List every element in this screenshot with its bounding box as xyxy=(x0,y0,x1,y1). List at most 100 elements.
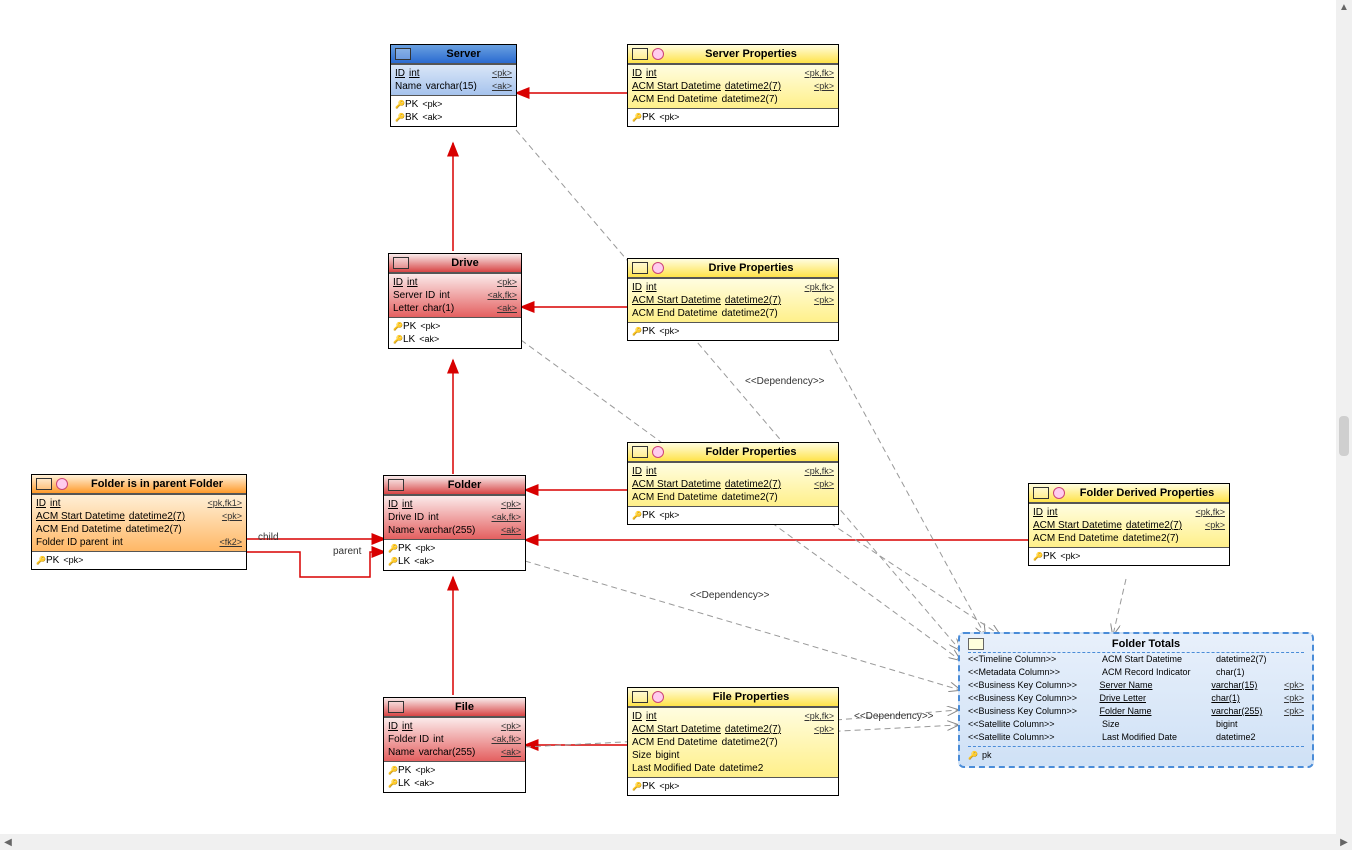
attr-name: Last Modified Date xyxy=(632,762,715,775)
attr-tag: <pk,fk> xyxy=(804,465,834,478)
attr-type: int xyxy=(112,536,123,549)
attr-type: datetime2(7) xyxy=(129,510,185,523)
attr-name: Size xyxy=(632,749,651,762)
stereotype: <<Satellite Column>> xyxy=(968,731,1098,744)
table-icon xyxy=(393,257,409,269)
attribute-row: IDint<pk,fk> xyxy=(1033,506,1225,519)
key-name: LK xyxy=(388,777,410,790)
attr-type: datetime2(7) xyxy=(722,307,778,320)
clock-icon xyxy=(652,48,664,60)
attr-name: ID xyxy=(1033,506,1043,519)
attr-type: int xyxy=(409,67,420,80)
parent-label: parent xyxy=(333,546,361,557)
attr-name: ID xyxy=(36,497,46,510)
view-title: Folder Totals xyxy=(988,638,1304,650)
entity-file-properties[interactable]: File Properties IDint<pk,fk>ACM Start Da… xyxy=(627,687,839,796)
horizontal-scrollbar[interactable]: ◀ ▶ xyxy=(0,834,1352,850)
key-tag: <pk> xyxy=(63,554,83,567)
attr-name: ID xyxy=(632,710,642,723)
attr-name: Folder ID parent xyxy=(36,536,108,549)
attr-tag: <pk> xyxy=(814,723,834,736)
key-name: PK xyxy=(632,111,655,124)
attr-name: Name xyxy=(388,524,415,537)
view-keys: 🔑 pk xyxy=(968,746,1304,762)
col-type: char(1) xyxy=(1211,692,1280,705)
key-row: PK<pk> xyxy=(1033,550,1225,563)
scroll-up-arrow[interactable]: ▲ xyxy=(1336,0,1352,16)
attr-name: ID xyxy=(388,720,398,733)
key-name: pk xyxy=(982,749,992,762)
entity-title: File xyxy=(408,701,521,713)
attr-name: Name xyxy=(388,746,415,759)
attr-tag: <pk> xyxy=(501,720,521,733)
vertical-scrollbar[interactable]: ▲ ▼ xyxy=(1336,0,1352,850)
scroll-right-arrow[interactable]: ▶ xyxy=(1336,837,1352,848)
attr-name: Drive ID xyxy=(388,511,424,524)
clock-icon xyxy=(652,691,664,703)
entity-drive-properties[interactable]: Drive Properties IDint<pk,fk>ACM Start D… xyxy=(627,258,839,341)
scroll-thumb[interactable] xyxy=(1339,416,1349,456)
entity-title: Folder Properties xyxy=(668,446,834,458)
view-column-row: <<Business Key Column>>Folder Namevarcha… xyxy=(968,705,1304,718)
attribute-row: Namevarchar(255)<ak> xyxy=(388,524,521,537)
attribute-row: ACM End Datetimedatetime2(7) xyxy=(632,736,834,749)
attribute-row: Namevarchar(255)<ak> xyxy=(388,746,521,759)
scroll-left-arrow[interactable]: ◀ xyxy=(0,837,16,848)
attr-type: bigint xyxy=(655,749,679,762)
attr-type: datetime2(7) xyxy=(722,93,778,106)
attr-tag: <pk> xyxy=(492,67,512,80)
attr-name: ACM End Datetime xyxy=(632,491,718,504)
key-row: PK<pk> xyxy=(632,111,834,124)
clock-icon xyxy=(652,262,664,274)
attribute-row: Letterchar(1)<ak> xyxy=(393,302,517,315)
dependency-label: <<Dependency>> xyxy=(854,711,934,722)
attr-type: int xyxy=(402,720,413,733)
entity-drive[interactable]: Drive IDint<pk>Server IDint<ak,fk>Letter… xyxy=(388,253,522,349)
attribute-row: ACM Start Datetimedatetime2(7)<pk> xyxy=(632,478,834,491)
view-folder-totals[interactable]: Folder Totals <<Timeline Column>>ACM Sta… xyxy=(958,632,1314,768)
entity-folder-parent[interactable]: Folder is in parent Folder IDint<pk,fk1>… xyxy=(31,474,247,570)
entity-title: Server xyxy=(415,48,512,60)
attr-name: ID xyxy=(632,281,642,294)
attribute-row: Folder ID parentint<fk2> xyxy=(36,536,242,549)
attr-type: int xyxy=(402,498,413,511)
key-name: PK xyxy=(632,325,655,338)
attr-type: int xyxy=(50,497,61,510)
attr-name: Name xyxy=(395,80,422,93)
attr-tag: <ak> xyxy=(501,524,521,537)
col-tag: <pk> xyxy=(1284,692,1304,705)
entity-server[interactable]: Server IDint<pk>Namevarchar(15)<ak> PK<p… xyxy=(390,44,517,127)
attribute-row: IDint<pk> xyxy=(388,498,521,511)
attr-type: datetime2(7) xyxy=(722,491,778,504)
stereotype: <<Timeline Column>> xyxy=(968,653,1098,666)
clock-icon xyxy=(56,478,68,490)
attribute-row: Namevarchar(15)<ak> xyxy=(395,80,512,93)
col-type: varchar(15) xyxy=(1211,679,1280,692)
view-icon xyxy=(968,638,984,650)
entity-folder-properties[interactable]: Folder Properties IDint<pk,fk>ACM Start … xyxy=(627,442,839,525)
attribute-row: ACM Start Datetimedatetime2(7)<pk> xyxy=(632,80,834,93)
stereotype: <<Satellite Column>> xyxy=(968,718,1098,731)
entity-file[interactable]: File IDint<pk>Folder IDint<ak,fk>Namevar… xyxy=(383,697,526,793)
attr-tag: <ak> xyxy=(492,80,512,93)
key-tag: <pk> xyxy=(420,320,440,333)
attr-name: ACM Start Datetime xyxy=(1033,519,1122,532)
attr-type: datetime2 xyxy=(719,762,763,775)
attr-tag: <pk> xyxy=(501,498,521,511)
entity-title: Server Properties xyxy=(668,48,834,60)
attr-tag: <ak> xyxy=(501,746,521,759)
attr-name: Server ID xyxy=(393,289,435,302)
entity-folder-derived-properties[interactable]: Folder Derived Properties IDint<pk,fk>AC… xyxy=(1028,483,1230,566)
col-type: datetime2 xyxy=(1216,731,1286,744)
attribute-row: ACM Start Datetimedatetime2(7)<pk> xyxy=(632,294,834,307)
entity-title: File Properties xyxy=(668,691,834,703)
entity-folder[interactable]: Folder IDint<pk>Drive IDint<ak,fk>Nameva… xyxy=(383,475,526,571)
attr-type: datetime2(7) xyxy=(722,736,778,749)
diagram-canvas[interactable]: Server IDint<pk>Namevarchar(15)<ak> PK<p… xyxy=(0,0,1352,850)
attr-tag: <pk> xyxy=(497,276,517,289)
attr-type: int xyxy=(646,67,657,80)
attr-type: int xyxy=(1047,506,1058,519)
entity-server-properties[interactable]: Server Properties IDint<pk,fk>ACM Start … xyxy=(627,44,839,127)
attr-type: int xyxy=(407,276,418,289)
table-icon xyxy=(632,446,648,458)
